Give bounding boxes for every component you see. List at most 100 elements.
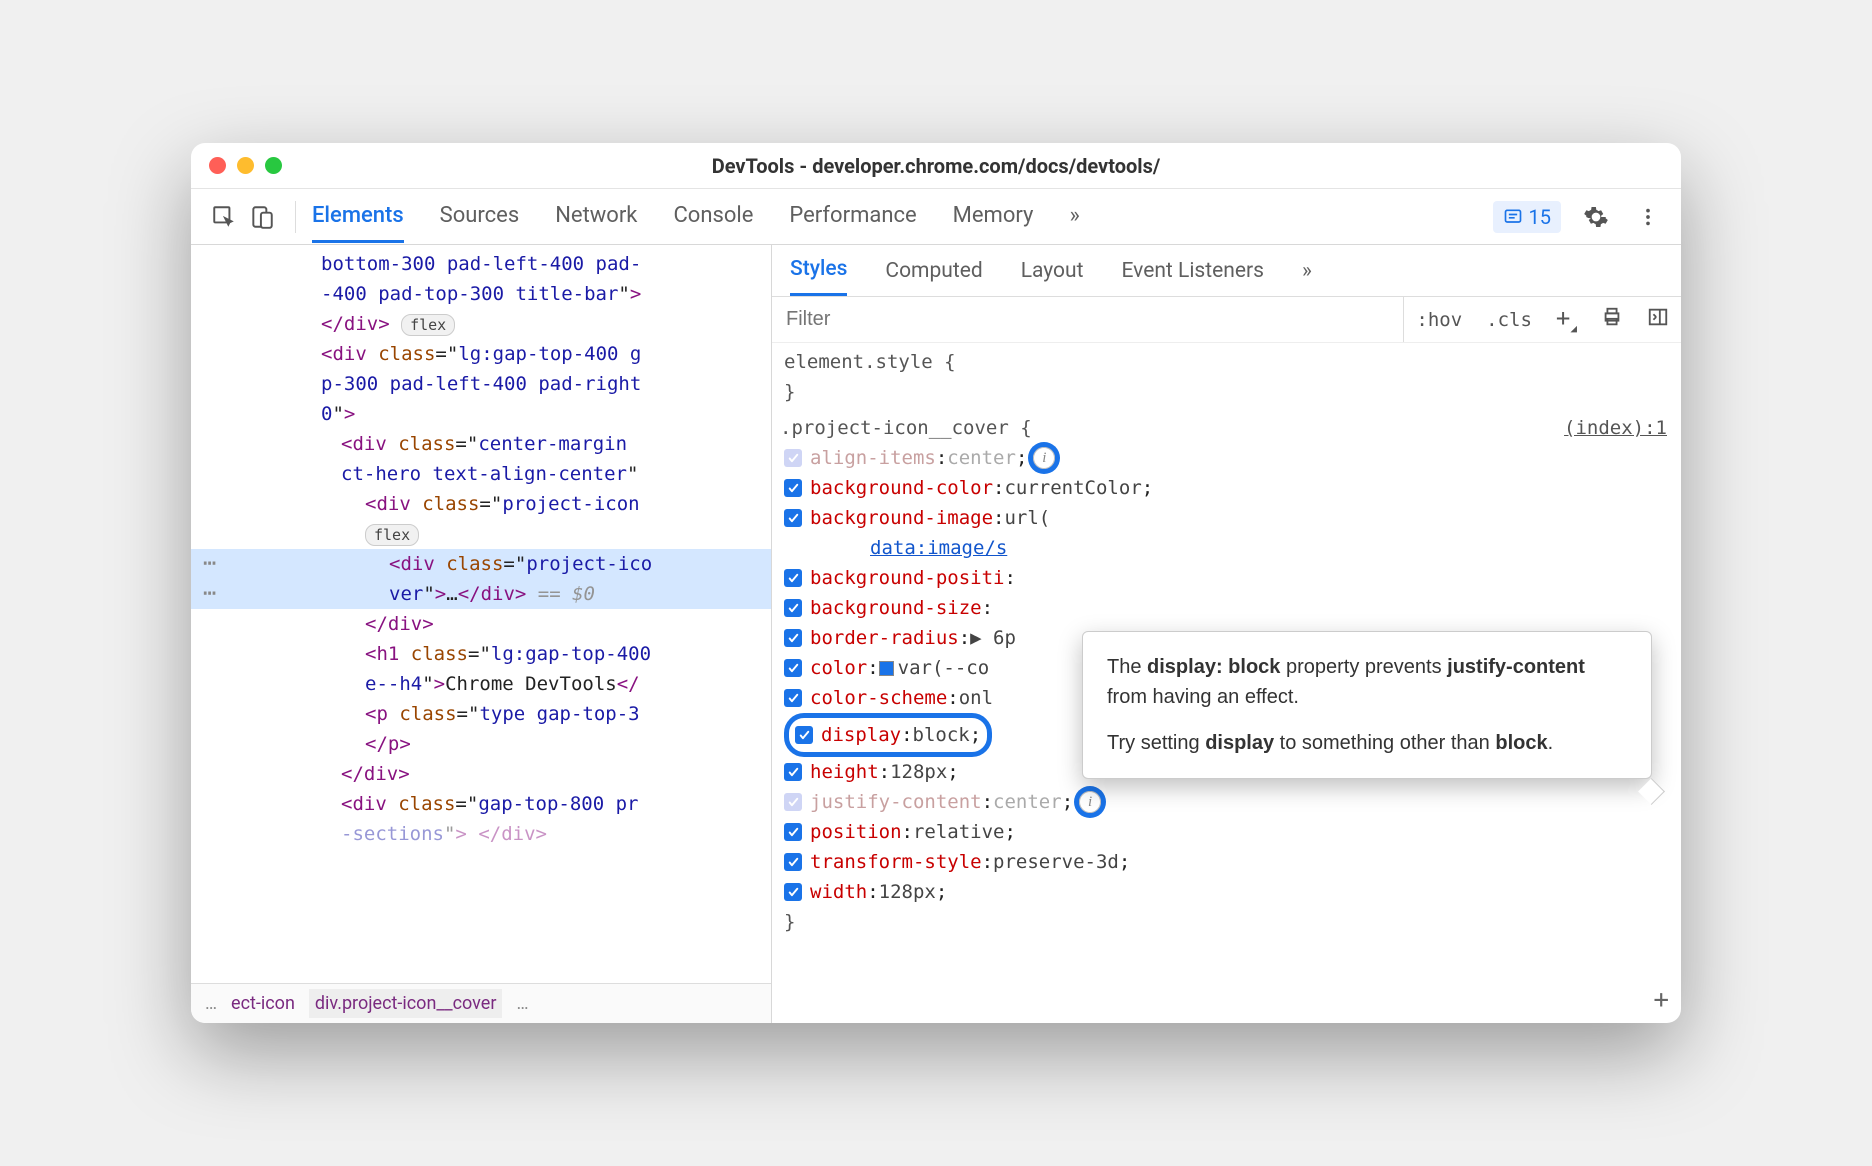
prop-value[interactable]: 128px [890,757,947,787]
tab-console[interactable]: Console [673,191,753,243]
css-property-row[interactable]: background-color: currentColor; [780,473,1681,503]
filter-row: :hov .cls +◢ [772,297,1681,343]
css-property-row[interactable]: width: 128px; [780,877,1681,907]
rules-area[interactable]: element.style { } .project-icon__cover {… [772,343,1681,1023]
settings-icon[interactable] [1579,200,1613,234]
css-property-row[interactable]: background-positi: [780,563,1681,593]
css-property-row[interactable]: justify-content: center;i [780,787,1681,817]
prop-value[interactable]: center [993,787,1062,817]
prop-value[interactable]: onl [959,683,993,713]
issues-badge[interactable]: 15 [1493,201,1561,233]
minimize-window-icon[interactable] [237,157,254,174]
prop-name[interactable]: background-color [810,473,993,503]
prop-name[interactable]: background-positi [810,563,1004,593]
prop-name[interactable]: height [810,757,879,787]
prop-value[interactable]: currentColor [1004,473,1141,503]
body: bottom-300 pad-left-400 pad- -400 pad-to… [191,245,1681,1023]
prop-name[interactable]: transform-style [810,847,982,877]
css-property-row[interactable]: background-image: url( [780,503,1681,533]
close-brace: } [780,377,1681,407]
info-icon[interactable]: i [1033,447,1055,469]
tab-memory[interactable]: Memory [953,191,1034,243]
device-toggle-icon[interactable] [245,200,279,234]
property-checkbox[interactable] [784,793,802,811]
css-property-row[interactable]: transform-style: preserve-3d; [780,847,1681,877]
css-property-row[interactable]: position: relative; [780,817,1681,847]
prop-value[interactable]: center [947,443,1016,473]
property-checkbox[interactable] [784,449,802,467]
prop-name[interactable]: justify-content [810,787,982,817]
property-checkbox[interactable] [784,509,802,527]
prop-value[interactable]: 128px [879,877,936,907]
flex-badge[interactable]: flex [365,524,419,546]
tabs-overflow-icon[interactable]: » [1069,191,1079,243]
css-property-row[interactable]: data:image/s [780,533,1681,563]
breadcrumb-prefix[interactable]: … [205,993,217,1014]
color-swatch-icon[interactable] [879,661,894,676]
property-checkbox[interactable] [784,599,802,617]
property-checkbox[interactable] [784,853,802,871]
subtab-layout[interactable]: Layout [1021,247,1084,295]
flex-badge[interactable]: flex [401,314,455,336]
prop-name[interactable]: color-scheme [810,683,947,713]
prop-name[interactable]: background-image [810,503,993,533]
subtab-computed[interactable]: Computed [885,247,982,295]
property-checkbox[interactable] [784,689,802,707]
filter-input[interactable] [772,297,1404,342]
prop-value[interactable]: ▶ 6p [970,623,1016,653]
breadcrumb-item[interactable]: ect-icon [231,993,295,1014]
subtabs-overflow-icon[interactable]: » [1302,247,1312,295]
property-checkbox[interactable] [784,479,802,497]
devtools-window: DevTools - developer.chrome.com/docs/dev… [191,143,1681,1023]
subtab-event-listeners[interactable]: Event Listeners [1121,247,1263,295]
prop-name[interactable]: width [810,877,867,907]
selected-dom-node[interactable]: ▶<div class="project-ico [191,549,771,579]
property-checkbox[interactable] [784,763,802,781]
css-property-row[interactable]: align-items: center;i [780,443,1681,473]
property-checkbox[interactable] [784,823,802,841]
tab-network[interactable]: Network [555,191,637,243]
new-rule-icon[interactable]: +◢ [1544,304,1589,335]
prop-name[interactable]: position [810,817,902,847]
traffic-lights [209,157,282,174]
css-property-row[interactable]: background-size: [780,593,1681,623]
dom-breadcrumb[interactable]: … ect-icon div.project-icon__cover … [191,983,771,1023]
prop-value[interactable]: relative [913,817,1005,847]
breadcrumb-item-active[interactable]: div.project-icon__cover [309,989,503,1018]
prop-name[interactable]: color [810,653,867,683]
prop-value[interactable]: block [913,720,970,750]
subtab-styles[interactable]: Styles [790,245,847,296]
prop-value[interactable]: preserve-3d [993,847,1119,877]
dom-panel[interactable]: bottom-300 pad-left-400 pad- -400 pad-to… [191,245,771,1023]
prop-name[interactable]: border-radius [810,623,959,653]
rule-source-link[interactable]: (index):1 [1564,413,1667,443]
toggle-sidebar-icon[interactable] [1635,306,1681,333]
info-icon[interactable]: i [1079,791,1101,813]
property-checkbox[interactable] [784,629,802,647]
inspect-icon[interactable] [207,200,241,234]
close-window-icon[interactable] [209,157,226,174]
breadcrumb-suffix[interactable]: … [516,993,528,1014]
property-checkbox[interactable] [784,659,802,677]
prop-name[interactable]: align-items [810,443,936,473]
cls-toggle[interactable]: .cls [1474,309,1544,331]
tab-sources[interactable]: Sources [440,191,520,243]
hov-toggle[interactable]: :hov [1404,309,1474,331]
rule-selector[interactable]: .project-icon__cover { [780,413,1032,443]
property-checkbox[interactable] [784,883,802,901]
add-rule-icon[interactable]: + [1653,985,1669,1015]
prop-value[interactable]: var(--co [898,653,990,683]
prop-name[interactable]: display [821,720,901,750]
maximize-window-icon[interactable] [265,157,282,174]
print-icon[interactable] [1589,306,1635,333]
tab-performance[interactable]: Performance [789,191,916,243]
kebab-menu-icon[interactable] [1631,200,1665,234]
tab-elements[interactable]: Elements [312,191,404,243]
prop-name[interactable]: background-size [810,593,982,623]
url-value[interactable]: data:image/s [810,533,1007,563]
property-checkbox[interactable] [784,569,802,587]
prop-value[interactable]: url( [1004,503,1050,533]
property-checkbox[interactable] [795,726,813,744]
main-toolbar: Elements Sources Network Console Perform… [191,189,1681,245]
element-style-selector[interactable]: element.style { [780,347,1681,377]
